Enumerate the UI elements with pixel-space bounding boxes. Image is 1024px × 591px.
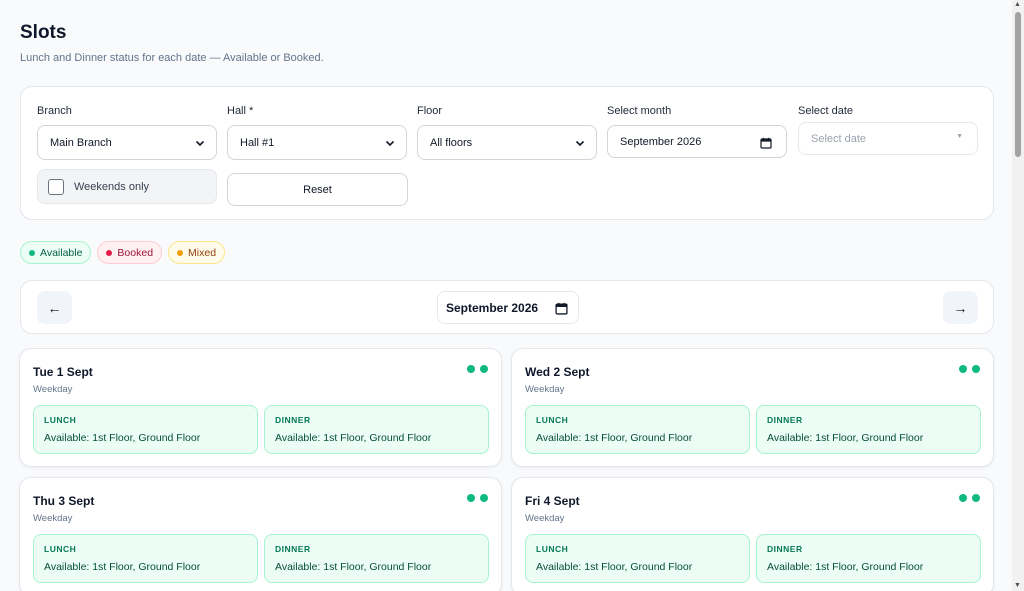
scrollbar-thumb[interactable] — [1015, 12, 1021, 157]
date-select-placeholder: Select date — [811, 132, 867, 145]
legend-mixed: Mixed — [168, 241, 226, 264]
dinner-slot-label: DINNER — [275, 544, 311, 554]
lunch-slot-label: LUNCH — [536, 415, 569, 425]
filters-panel: Branch Main Branch Hall * Hall #1 Floor … — [20, 86, 994, 220]
lunch-slot-status: Available: 1st Floor, Ground Floor — [44, 561, 201, 573]
floor-label: Floor — [417, 105, 443, 117]
slots-page: Slots Lunch and Dinner status for each d… — [0, 0, 1012, 591]
day-card[interactable]: Tue 1 Sept Weekday LUNCH Available: 1st … — [19, 348, 502, 467]
floor-select-value: All floors — [430, 136, 473, 149]
lunch-status-dot-icon — [959, 494, 967, 502]
day-card-type: Weekday — [525, 384, 565, 395]
month-navigation: ← September 2026 → — [20, 280, 994, 334]
dinner-status-dot-icon — [480, 365, 488, 373]
dinner-slot-status: Available: 1st Floor, Ground Floor — [275, 561, 432, 573]
month-input[interactable]: September 2026 — [607, 125, 787, 158]
prev-month-button[interactable]: ← — [37, 291, 72, 324]
lunch-slot[interactable]: LUNCH Available: 1st Floor, Ground Floor — [525, 405, 750, 454]
dinner-status-dot-icon — [972, 494, 980, 502]
hall-label: Hall * — [227, 105, 254, 117]
month-picker-value: September 2026 — [446, 300, 539, 315]
legend-booked: Booked — [97, 241, 163, 264]
dinner-slot[interactable]: DINNER Available: 1st Floor, Ground Floo… — [756, 405, 981, 454]
month-label: Select month — [607, 105, 672, 117]
date-label: Select date — [798, 105, 854, 117]
dinner-status-dot-icon — [972, 365, 980, 373]
scroll-down-icon[interactable]: ▼ — [1014, 582, 1021, 589]
lunch-status-dot-icon — [467, 494, 475, 502]
page-title: Slots — [20, 22, 67, 43]
day-card-type: Weekday — [33, 384, 73, 395]
dinner-slot[interactable]: DINNER Available: 1st Floor, Ground Floo… — [756, 534, 981, 583]
status-legend: Available Booked Mixed — [20, 241, 226, 264]
reset-button[interactable]: Reset — [227, 173, 408, 206]
day-card-type: Weekday — [525, 513, 565, 524]
dinner-slot-status: Available: 1st Floor, Ground Floor — [767, 561, 924, 573]
lunch-status-dot-icon — [959, 365, 967, 373]
lunch-slot[interactable]: LUNCH Available: 1st Floor, Ground Floor — [525, 534, 750, 583]
mixed-dot-icon — [177, 249, 184, 256]
status-dots — [467, 365, 488, 373]
calendar-icon[interactable] — [555, 302, 568, 315]
lunch-slot-status: Available: 1st Floor, Ground Floor — [536, 432, 693, 444]
day-card[interactable]: Thu 3 Sept Weekday LUNCH Available: 1st … — [19, 477, 502, 591]
legend-booked-label: Booked — [117, 246, 154, 259]
legend-available: Available — [20, 241, 92, 264]
day-card-date: Tue 1 Sept — [33, 365, 93, 379]
weekends-only-toggle[interactable]: Weekends only — [37, 169, 217, 204]
available-dot-icon — [29, 249, 35, 256]
dinner-slot[interactable]: DINNER Available: 1st Floor, Ground Floo… — [264, 405, 489, 454]
date-select[interactable]: Select date ▼ — [798, 122, 978, 155]
hall-select[interactable]: Hall #1 — [227, 125, 407, 160]
calendar-icon[interactable] — [760, 137, 772, 149]
lunch-slot-status: Available: 1st Floor, Ground Floor — [536, 561, 693, 573]
month-picker[interactable]: September 2026 — [437, 291, 579, 324]
month-input-value: September 2026 — [620, 135, 702, 148]
lunch-slot-label: LUNCH — [44, 415, 77, 425]
status-dots — [467, 494, 488, 502]
caret-down-icon: ▼ — [956, 133, 963, 140]
booked-dot-icon — [106, 249, 113, 256]
next-month-button[interactable]: → — [943, 291, 978, 324]
legend-mixed-label: Mixed — [188, 246, 217, 259]
dinner-status-dot-icon — [480, 494, 488, 502]
status-dots — [959, 365, 980, 373]
day-card-date: Wed 2 Sept — [525, 365, 590, 379]
lunch-slot[interactable]: LUNCH Available: 1st Floor, Ground Floor — [33, 534, 258, 583]
day-card-type: Weekday — [33, 513, 73, 524]
chevron-down-icon — [195, 140, 205, 147]
page-subtitle: Lunch and Dinner status for each date — … — [20, 52, 324, 64]
lunch-slot[interactable]: LUNCH Available: 1st Floor, Ground Floor — [33, 405, 258, 454]
day-card[interactable]: Fri 4 Sept Weekday LUNCH Available: 1st … — [511, 477, 994, 591]
status-dots — [959, 494, 980, 502]
arrow-left-icon: ← — [47, 299, 62, 316]
scroll-up-icon[interactable]: ▲ — [1014, 1, 1021, 8]
day-card-date: Thu 3 Sept — [33, 494, 95, 508]
dinner-slot-label: DINNER — [767, 544, 803, 554]
lunch-slot-label: LUNCH — [44, 544, 77, 554]
lunch-status-dot-icon — [467, 365, 475, 373]
weekends-only-label: Weekends only — [74, 180, 150, 193]
day-card[interactable]: Wed 2 Sept Weekday LUNCH Available: 1st … — [511, 348, 994, 467]
floor-select[interactable]: All floors — [417, 125, 597, 160]
dinner-slot-label: DINNER — [275, 415, 311, 425]
branch-select-value: Main Branch — [50, 136, 112, 149]
chevron-down-icon — [575, 140, 585, 147]
arrow-right-icon: → — [953, 299, 968, 316]
branch-select[interactable]: Main Branch — [37, 125, 217, 160]
vertical-scrollbar[interactable]: ▲ ▼ — [1012, 0, 1024, 591]
hall-select-value: Hall #1 — [240, 136, 275, 149]
chevron-down-icon — [385, 140, 395, 147]
branch-label: Branch — [37, 105, 72, 117]
dinner-slot-status: Available: 1st Floor, Ground Floor — [275, 432, 432, 444]
dinner-slot[interactable]: DINNER Available: 1st Floor, Ground Floo… — [264, 534, 489, 583]
weekends-only-checkbox[interactable] — [48, 178, 64, 195]
day-card-date: Fri 4 Sept — [525, 494, 580, 508]
legend-available-label: Available — [40, 246, 83, 259]
dinner-slot-label: DINNER — [767, 415, 803, 425]
lunch-slot-label: LUNCH — [536, 544, 569, 554]
lunch-slot-status: Available: 1st Floor, Ground Floor — [44, 432, 201, 444]
dinner-slot-status: Available: 1st Floor, Ground Floor — [767, 432, 924, 444]
